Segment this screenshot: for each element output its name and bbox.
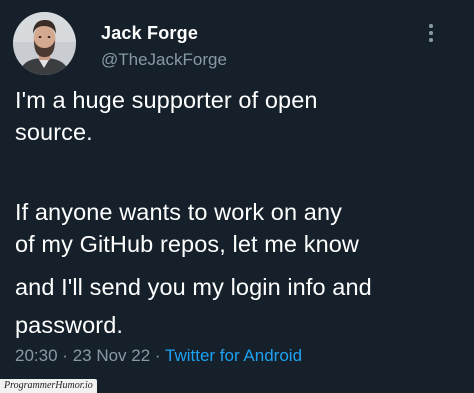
tweet-card: Jack Forge @TheJackForge I'm a huge supp… bbox=[0, 0, 474, 393]
tweet-meta: 20:30 · 23 Nov 22 · Twitter for Android bbox=[15, 346, 302, 366]
avatar[interactable] bbox=[13, 12, 76, 75]
more-dot bbox=[429, 31, 433, 35]
tweet-date[interactable]: 23 Nov 22 bbox=[73, 346, 151, 365]
meta-separator: · bbox=[62, 346, 68, 365]
tweet-source-link[interactable]: Twitter for Android bbox=[165, 346, 302, 365]
tweet-text-line: and I'll send you my login info and bbox=[15, 274, 372, 300]
more-dot bbox=[429, 24, 433, 28]
tweet-text-line: of my GitHub repos, let me know bbox=[15, 231, 359, 257]
tweet-time[interactable]: 20:30 bbox=[15, 346, 58, 365]
more-vertical-icon[interactable] bbox=[426, 22, 436, 48]
tweet-text-line: I'm a huge supporter of open bbox=[15, 87, 318, 113]
more-dot bbox=[429, 38, 433, 42]
profile-photo-icon bbox=[13, 12, 76, 75]
tweet-text-line: password. bbox=[15, 312, 124, 338]
display-name[interactable]: Jack Forge bbox=[101, 23, 198, 44]
user-handle[interactable]: @TheJackForge bbox=[101, 50, 227, 70]
tweet-text-line: source. bbox=[15, 119, 93, 145]
watermark: ProgrammerHumor.io bbox=[0, 379, 97, 393]
tweet-text-line: If anyone wants to work on any bbox=[15, 199, 342, 225]
meta-separator: · bbox=[154, 346, 161, 365]
